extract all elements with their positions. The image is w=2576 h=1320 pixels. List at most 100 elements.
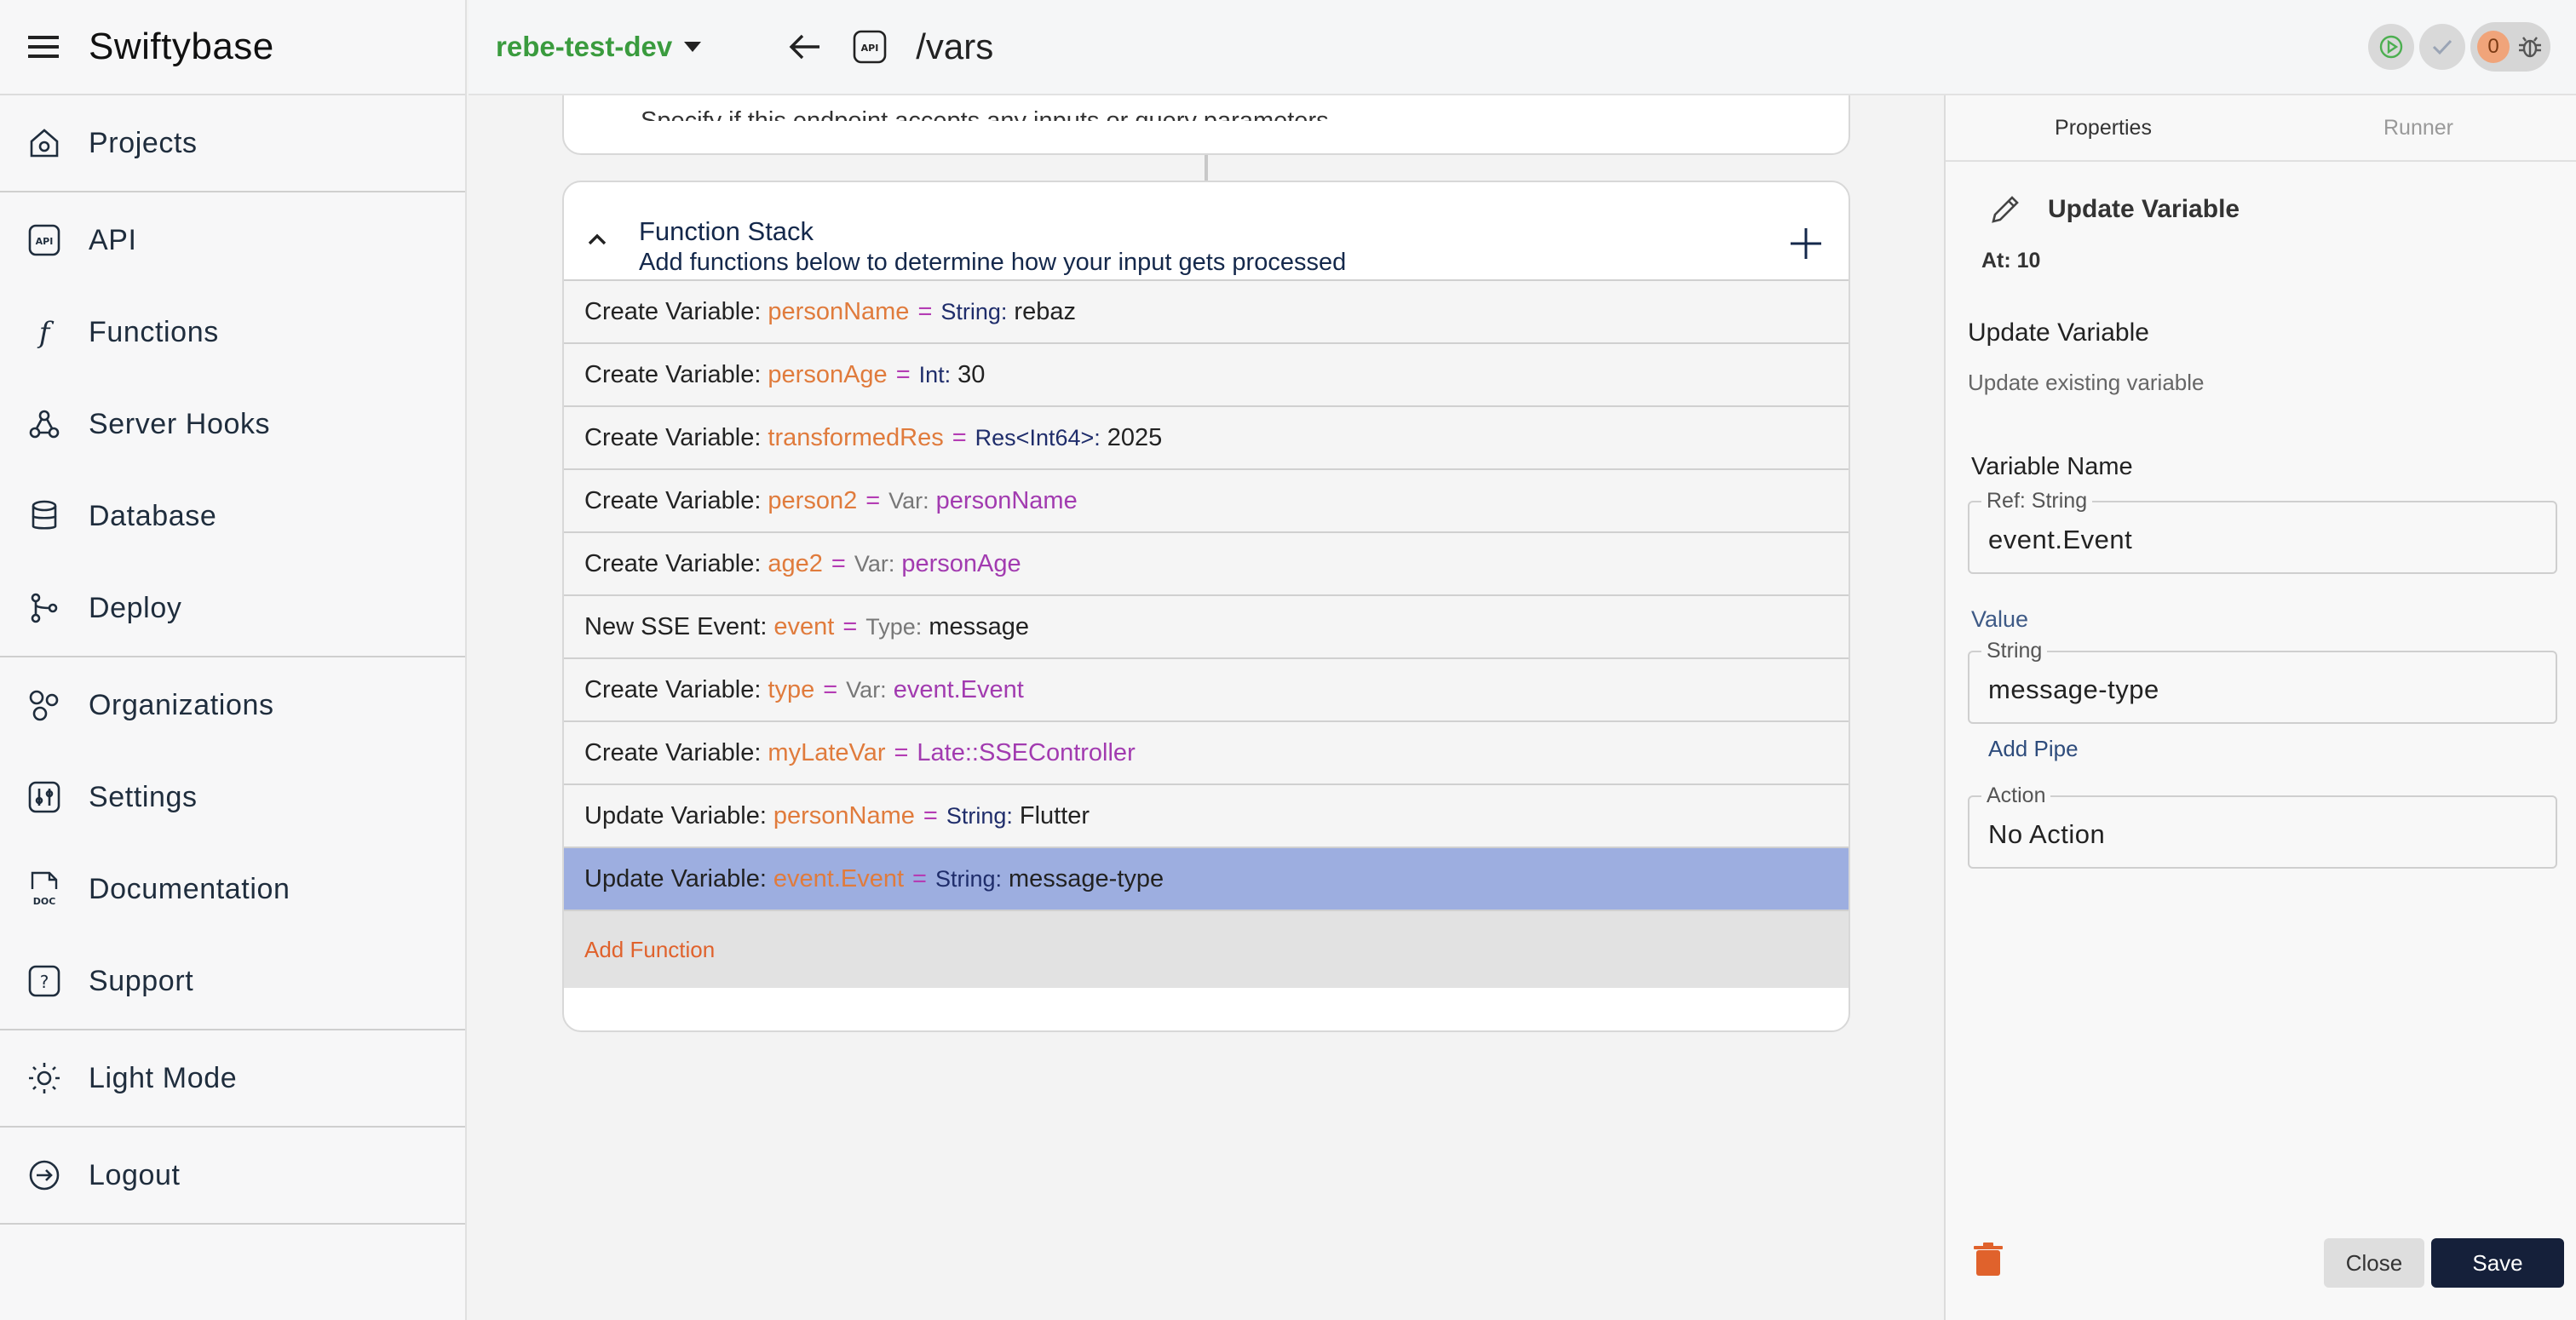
tab-runner[interactable]: Runner xyxy=(2261,95,2576,160)
sidebar-item-label: Deploy xyxy=(89,591,182,624)
inputs-card[interactable]: Specify if this endpoint accepts any inp… xyxy=(562,95,1850,155)
variable-name: myLateVar xyxy=(768,738,886,766)
sidebar-item-label: API xyxy=(89,223,137,256)
function-row[interactable]: Create Variable: personAge = Int: 30 xyxy=(564,344,1849,407)
variable-value: Flutter xyxy=(1019,801,1090,829)
sidebar-item-organizations[interactable]: Organizations xyxy=(0,659,465,751)
api-icon: API xyxy=(26,221,63,259)
add-function-plus-icon[interactable] xyxy=(1787,225,1825,262)
sidebar-item-light-mode[interactable]: Light Mode xyxy=(0,1032,465,1124)
function-kind: Update Variable: xyxy=(584,864,767,892)
sidebar-item-deploy[interactable]: Deploy xyxy=(0,562,465,654)
function-row[interactable]: Create Variable: person2 = Var: personName xyxy=(564,470,1849,533)
function-position: At: 10 xyxy=(1981,249,2041,273)
value-type: Type: xyxy=(865,613,923,640)
equals-sign: = xyxy=(823,675,838,703)
equals-sign: = xyxy=(831,549,846,577)
sidebar: Swiftybase Projects API API f Functions xyxy=(0,0,467,1320)
equals-sign: = xyxy=(917,297,933,325)
add-pipe-button[interactable]: Add Pipe xyxy=(1988,736,2079,762)
variable-name: event xyxy=(773,612,835,640)
sidebar-item-support[interactable]: ? Support xyxy=(0,935,465,1027)
variable-value: rebaz xyxy=(1014,297,1076,325)
value-type: Var: xyxy=(846,676,887,703)
function-row[interactable]: Create Variable: age2 = Var: personAge xyxy=(564,533,1849,596)
value-field[interactable]: String message-type xyxy=(1968,639,2557,724)
function-description: Update existing variable xyxy=(1968,370,2205,395)
sidebar-item-label: Database xyxy=(89,499,217,532)
svg-text:API: API xyxy=(861,43,879,54)
sidebar-item-documentation[interactable]: DOC Documentation xyxy=(0,843,465,935)
value-type: String: xyxy=(946,802,1013,829)
project-selector[interactable]: rebe-test-dev xyxy=(496,31,702,63)
field-legend: Action xyxy=(1981,783,2051,808)
function-row[interactable]: Create Variable: personName = String: rebaz xyxy=(564,281,1849,344)
sidebar-item-label: Support xyxy=(89,964,194,997)
properties-panel: Properties Runner Update Variable At: 10… xyxy=(1944,95,2576,1320)
nav-group-build: API API f Functions Server Hooks Databas… xyxy=(0,192,465,657)
chevron-up-icon[interactable] xyxy=(584,227,610,252)
logout-icon xyxy=(26,1156,63,1194)
sidebar-item-database[interactable]: Database xyxy=(0,470,465,562)
field-value: No Action xyxy=(1988,819,2106,849)
back-arrow-icon[interactable] xyxy=(786,28,824,66)
function-row[interactable]: Update Variable: event.Event = String: messa… xyxy=(564,848,1849,911)
top-actions: 0 xyxy=(2363,22,2550,72)
panel-header-title: Update Variable xyxy=(2048,195,2240,223)
sidebar-item-api[interactable]: API API xyxy=(0,194,465,286)
variable-name-field[interactable]: Ref: String event.Event xyxy=(1968,489,2557,574)
sun-icon xyxy=(26,1059,63,1097)
sidebar-item-server-hooks[interactable]: Server Hooks xyxy=(0,378,465,470)
sidebar-item-settings[interactable]: Settings xyxy=(0,751,465,843)
database-icon xyxy=(26,497,63,535)
app-name: Swiftybase xyxy=(89,26,274,67)
save-button[interactable]: Save xyxy=(2431,1238,2564,1288)
variable-value: 30 xyxy=(957,360,986,388)
sidebar-item-functions[interactable]: f Functions xyxy=(0,286,465,378)
panel-header: Update Variable xyxy=(1988,192,2240,227)
variable-value: 2025 xyxy=(1107,423,1163,451)
equals-sign: = xyxy=(895,360,911,388)
svg-text:f: f xyxy=(37,316,55,349)
add-function-button[interactable]: Add Function xyxy=(564,911,1849,988)
variable-name: transformedRes xyxy=(768,423,944,451)
function-kind: Create Variable: xyxy=(584,423,762,451)
value-type: Int: xyxy=(918,361,952,387)
function-kind: Create Variable: xyxy=(584,297,762,325)
function-row[interactable]: Create Variable: myLateVar = Late::SSEContr… xyxy=(564,722,1849,785)
variable-name: age2 xyxy=(768,549,823,577)
svg-text:DOC: DOC xyxy=(33,896,56,907)
function-row[interactable]: Create Variable: type = Var: event.Event xyxy=(564,659,1849,722)
hamburger-icon[interactable] xyxy=(26,29,61,65)
close-button[interactable]: Close xyxy=(2324,1238,2424,1288)
sidebar-item-label: Organizations xyxy=(89,688,274,721)
sidebar-item-label: Documentation xyxy=(89,872,290,905)
nav-group-theme: Light Mode xyxy=(0,1030,465,1128)
value-type: Var: xyxy=(854,550,895,577)
variable-value: personName xyxy=(935,486,1078,514)
sidebar-item-projects[interactable]: Projects xyxy=(0,97,465,189)
variable-value: event.Event xyxy=(893,675,1024,703)
field-legend: String xyxy=(1981,639,2048,663)
variable-name: personAge xyxy=(768,360,888,388)
action-select[interactable]: Action No Action xyxy=(1968,783,2557,869)
function-row[interactable]: Create Variable: transformedRes = Res<Int64… xyxy=(564,407,1849,470)
project-name: rebe-test-dev xyxy=(496,31,673,62)
sidebar-item-label: Settings xyxy=(89,780,198,813)
run-button[interactable] xyxy=(2368,24,2414,70)
trash-icon[interactable] xyxy=(1971,1242,2005,1277)
settings-icon xyxy=(26,778,63,816)
function-stack-title: Function Stack xyxy=(639,216,814,246)
tab-properties[interactable]: Properties xyxy=(1946,95,2261,160)
function-row[interactable]: Update Variable: personName = String: Flutte… xyxy=(564,785,1849,848)
equals-sign: = xyxy=(894,738,909,766)
function-stack-subtitle: Add functions below to determine how you… xyxy=(639,249,1347,276)
top-bar: rebe-test-dev API /vars 0 xyxy=(469,0,2576,95)
sidebar-item-logout[interactable]: Logout xyxy=(0,1129,465,1221)
check-button[interactable] xyxy=(2419,24,2465,70)
sidebar-item-label: Light Mode xyxy=(89,1061,238,1094)
debug-toggle[interactable]: 0 xyxy=(2470,22,2550,72)
field-value: event.Event xyxy=(1988,525,2133,554)
caret-down-icon xyxy=(684,42,702,52)
function-row[interactable]: New SSE Event: event = Type: message xyxy=(564,596,1849,659)
